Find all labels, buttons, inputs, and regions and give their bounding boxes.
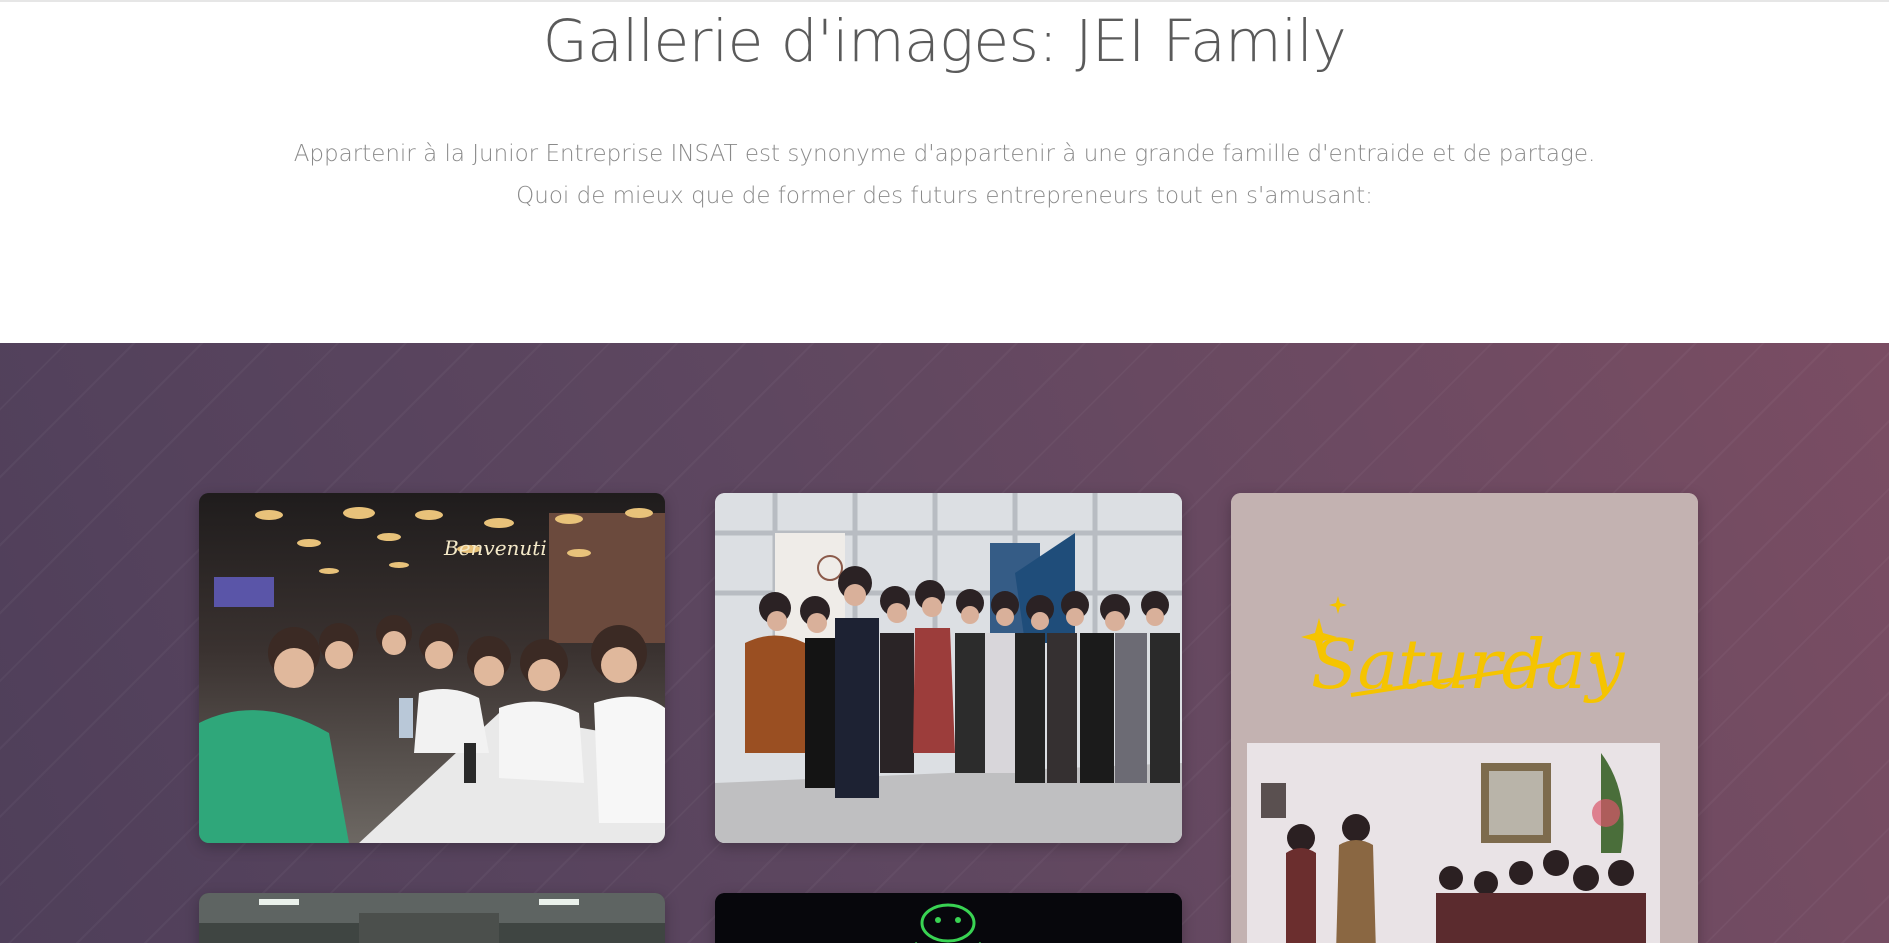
- description-line-2: Quoi de mieux que de former des futurs e…: [516, 183, 1373, 209]
- photo-indoor-partial: [199, 893, 665, 943]
- gallery-header: Gallerie d'images: JEI Family Appartenir…: [0, 0, 1889, 343]
- benvenuti-sign: Benvenuti: [443, 536, 547, 560]
- gallery-card-event[interactable]: [715, 493, 1182, 843]
- page-title: Gallerie d'images: JEI Family: [542, 7, 1347, 75]
- gallery-card-indoor[interactable]: [199, 893, 665, 943]
- gallery-card-neon[interactable]: [715, 893, 1182, 943]
- gallery-section: Benvenuti Saturday: [0, 343, 1889, 943]
- photo-neon-partial: [715, 893, 1182, 943]
- gallery-card-restaurant[interactable]: Benvenuti: [199, 493, 665, 843]
- photo-restaurant-group: Benvenuti: [199, 493, 665, 843]
- gallery-card-saturday[interactable]: Saturday: [1231, 493, 1698, 943]
- photo-saturday-story: Saturday: [1231, 493, 1698, 943]
- photo-event-stand-group: [715, 493, 1182, 843]
- page: Gallerie d'images: JEI Family Appartenir…: [0, 0, 1889, 943]
- description-line-1: Appartenir à la Junior Entreprise INSAT …: [293, 141, 1596, 167]
- top-divider: [0, 0, 1889, 2]
